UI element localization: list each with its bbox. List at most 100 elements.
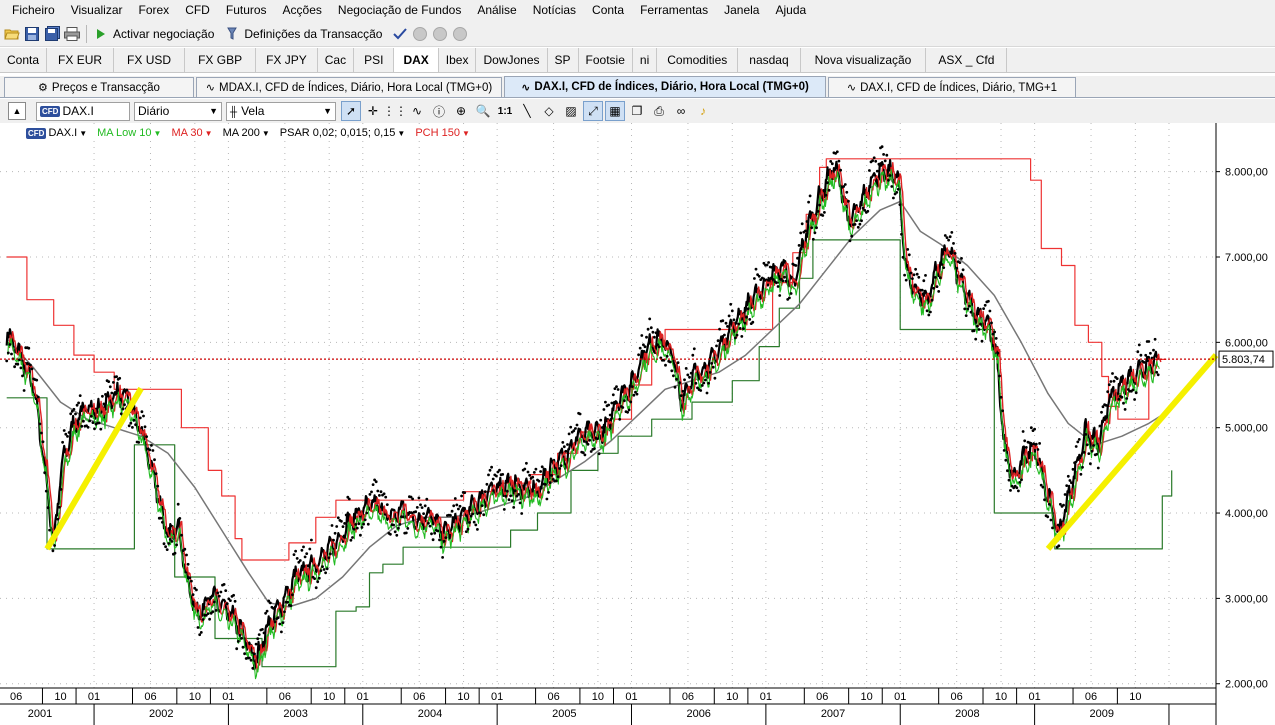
- activate-trading-button[interactable]: Activar negociação: [91, 26, 214, 42]
- symtab-fx-jpy[interactable]: FX JPY: [256, 48, 318, 72]
- indicator-pch-150[interactable]: PCH 150 ▼: [415, 127, 470, 139]
- symtab-fx-usd[interactable]: FX USD: [114, 48, 186, 72]
- menu-forex[interactable]: Forex: [131, 0, 178, 21]
- psar-dot: [1115, 377, 1119, 380]
- copy-chart-icon[interactable]: ❐: [627, 101, 647, 121]
- psar-dot: [1038, 442, 1041, 445]
- psar-dot: [900, 232, 903, 236]
- psar-dot: [686, 373, 690, 377]
- psar-dot: [892, 196, 895, 200]
- psar-dot: [994, 337, 998, 340]
- symtab-comodities[interactable]: Comodities: [657, 48, 739, 72]
- x-axis-month-label: 06: [816, 691, 828, 703]
- chart-tab-precos-transaccao[interactable]: ⚙ Preços e Transacção: [4, 77, 194, 97]
- menu-negociacao-fundos[interactable]: Negociação de Fundos: [330, 0, 469, 21]
- open-folder-icon[interactable]: [4, 26, 20, 42]
- psar-dot: [225, 602, 229, 606]
- cursor-icon[interactable]: ➚: [341, 101, 361, 121]
- psar-dot: [281, 621, 285, 624]
- symtab-fx-gbp[interactable]: FX GBP: [185, 48, 257, 72]
- menu-visualizar[interactable]: Visualizar: [63, 0, 131, 21]
- zoom-area-icon[interactable]: ⊕: [451, 101, 471, 121]
- psar-dot: [688, 375, 691, 379]
- symtab-fx-eur[interactable]: FX EUR: [47, 48, 115, 72]
- indicator-ma-200[interactable]: MA 200 ▼: [223, 127, 270, 139]
- menu-noticias[interactable]: Notícias: [525, 0, 584, 21]
- indicators-icon[interactable]: ∿: [407, 101, 427, 121]
- chart-type-select[interactable]: ╫ Vela ▼: [226, 101, 336, 121]
- menu-conta[interactable]: Conta: [584, 0, 632, 21]
- psar-dot: [618, 417, 622, 421]
- zoom-1to1-icon[interactable]: 1:1: [495, 101, 515, 121]
- psar-dot: [289, 604, 293, 607]
- grid-icon[interactable]: ⋮⋮: [383, 101, 407, 121]
- psar-dot: [298, 559, 302, 562]
- chart-tab-dax-tmg1[interactable]: ∿ DAX.I, CFD de Índices, Diário, TMG+1: [828, 77, 1076, 97]
- eraser-icon[interactable]: ◇: [539, 101, 559, 121]
- indicator-ma-30[interactable]: MA 30 ▼: [171, 127, 212, 139]
- psar-dot: [927, 313, 931, 317]
- psar-dot: [329, 552, 332, 556]
- symtab-dax[interactable]: DAX: [394, 48, 439, 72]
- collapse-up-icon[interactable]: ▲: [8, 102, 26, 120]
- symtab-footsie[interactable]: Footsie: [579, 48, 633, 72]
- symtab-sp[interactable]: SP: [548, 48, 579, 72]
- indicator-psar[interactable]: PSAR 0,02; 0,015; 0,15 ▼: [280, 127, 406, 139]
- symtab-nasdaq[interactable]: nasdaq: [738, 48, 801, 72]
- psar-dot: [490, 465, 493, 469]
- save-icon[interactable]: [24, 26, 40, 42]
- symtab-ibex[interactable]: Ibex: [439, 48, 477, 72]
- menu-cfd[interactable]: CFD: [177, 0, 218, 21]
- crosshair-icon[interactable]: ✛: [363, 101, 383, 121]
- menu-ficheiro[interactable]: Ficheiro: [4, 0, 63, 21]
- checkmark-icon[interactable]: [392, 26, 408, 42]
- psar-dot: [866, 209, 870, 213]
- symbol-field[interactable]: CFD DAX.I: [36, 101, 130, 121]
- hide-icon[interactable]: ▨: [561, 101, 581, 121]
- chart-tab-dax-local[interactable]: ∿ DAX.I, CFD de Índices, Diário, Hora Lo…: [504, 76, 826, 97]
- symtab-dowjones[interactable]: DowJones: [476, 48, 548, 72]
- menu-analise[interactable]: Análise: [469, 0, 524, 21]
- psar-dot: [754, 267, 758, 271]
- price-chart[interactable]: 8.000,00 7.000,00 6.000,00 5.000,00 4.000,00…: [0, 123, 1275, 725]
- symtab-cac[interactable]: Cac: [318, 48, 355, 72]
- chart-overlay-icon[interactable]: ▦: [605, 101, 625, 121]
- save-all-icon[interactable]: [44, 26, 60, 42]
- menu-ferramentas[interactable]: Ferramentas: [632, 0, 716, 21]
- psar-dot: [112, 381, 115, 384]
- indicator-dax[interactable]: DAX.I ▼: [48, 127, 87, 139]
- psar-dot: [457, 507, 460, 511]
- symtab-nova-visualizacao[interactable]: Nova visualização: [801, 48, 927, 72]
- psar-dot: [555, 479, 558, 483]
- autoscale-icon[interactable]: ⤢: [583, 101, 603, 121]
- print-icon[interactable]: [64, 26, 80, 42]
- draw-line-icon[interactable]: ╲: [517, 101, 537, 121]
- chart-tab-label: DAX.I, CFD de Índices, Diário, Hora Loca…: [534, 81, 809, 93]
- dropdown-arrow-icon: ▼: [79, 129, 88, 138]
- period-select[interactable]: Diário ▼: [134, 101, 222, 121]
- info-icon[interactable]: ⓘ: [429, 101, 449, 121]
- psar-dot: [1021, 430, 1025, 433]
- psar-dot: [545, 497, 549, 501]
- psar-dot: [968, 304, 971, 308]
- symtab-asx-cfd[interactable]: ASX _ Cfd: [926, 48, 1008, 72]
- zoom-icon[interactable]: 🔍: [473, 101, 493, 121]
- menu-ajuda[interactable]: Ajuda: [767, 0, 814, 21]
- menu-janela[interactable]: Janela: [716, 0, 767, 21]
- psar-dot: [88, 419, 92, 423]
- symtab-ni[interactable]: ni: [633, 48, 658, 72]
- export-icon[interactable]: ⎙: [649, 101, 669, 121]
- chart-tab-mdax[interactable]: ∿ MDAX.I, CFD de Índices, Diário, Hora L…: [196, 77, 502, 97]
- psar-dot: [38, 422, 42, 426]
- psar-dot: [818, 203, 821, 207]
- psar-dot: [890, 185, 894, 188]
- psar-dot: [645, 335, 648, 339]
- symtab-psi[interactable]: PSI: [354, 48, 395, 72]
- alert-bell-icon[interactable]: ♪: [693, 101, 713, 121]
- link-icon[interactable]: ∞: [671, 101, 691, 121]
- menu-futuros[interactable]: Futuros: [218, 0, 275, 21]
- indicator-ma-low-10[interactable]: MA Low 10 ▼: [97, 127, 161, 139]
- symtab-conta[interactable]: Conta: [0, 48, 48, 72]
- transaction-settings-button[interactable]: Definições da Transacção: [222, 26, 382, 42]
- menu-accoes[interactable]: Acções: [275, 0, 330, 21]
